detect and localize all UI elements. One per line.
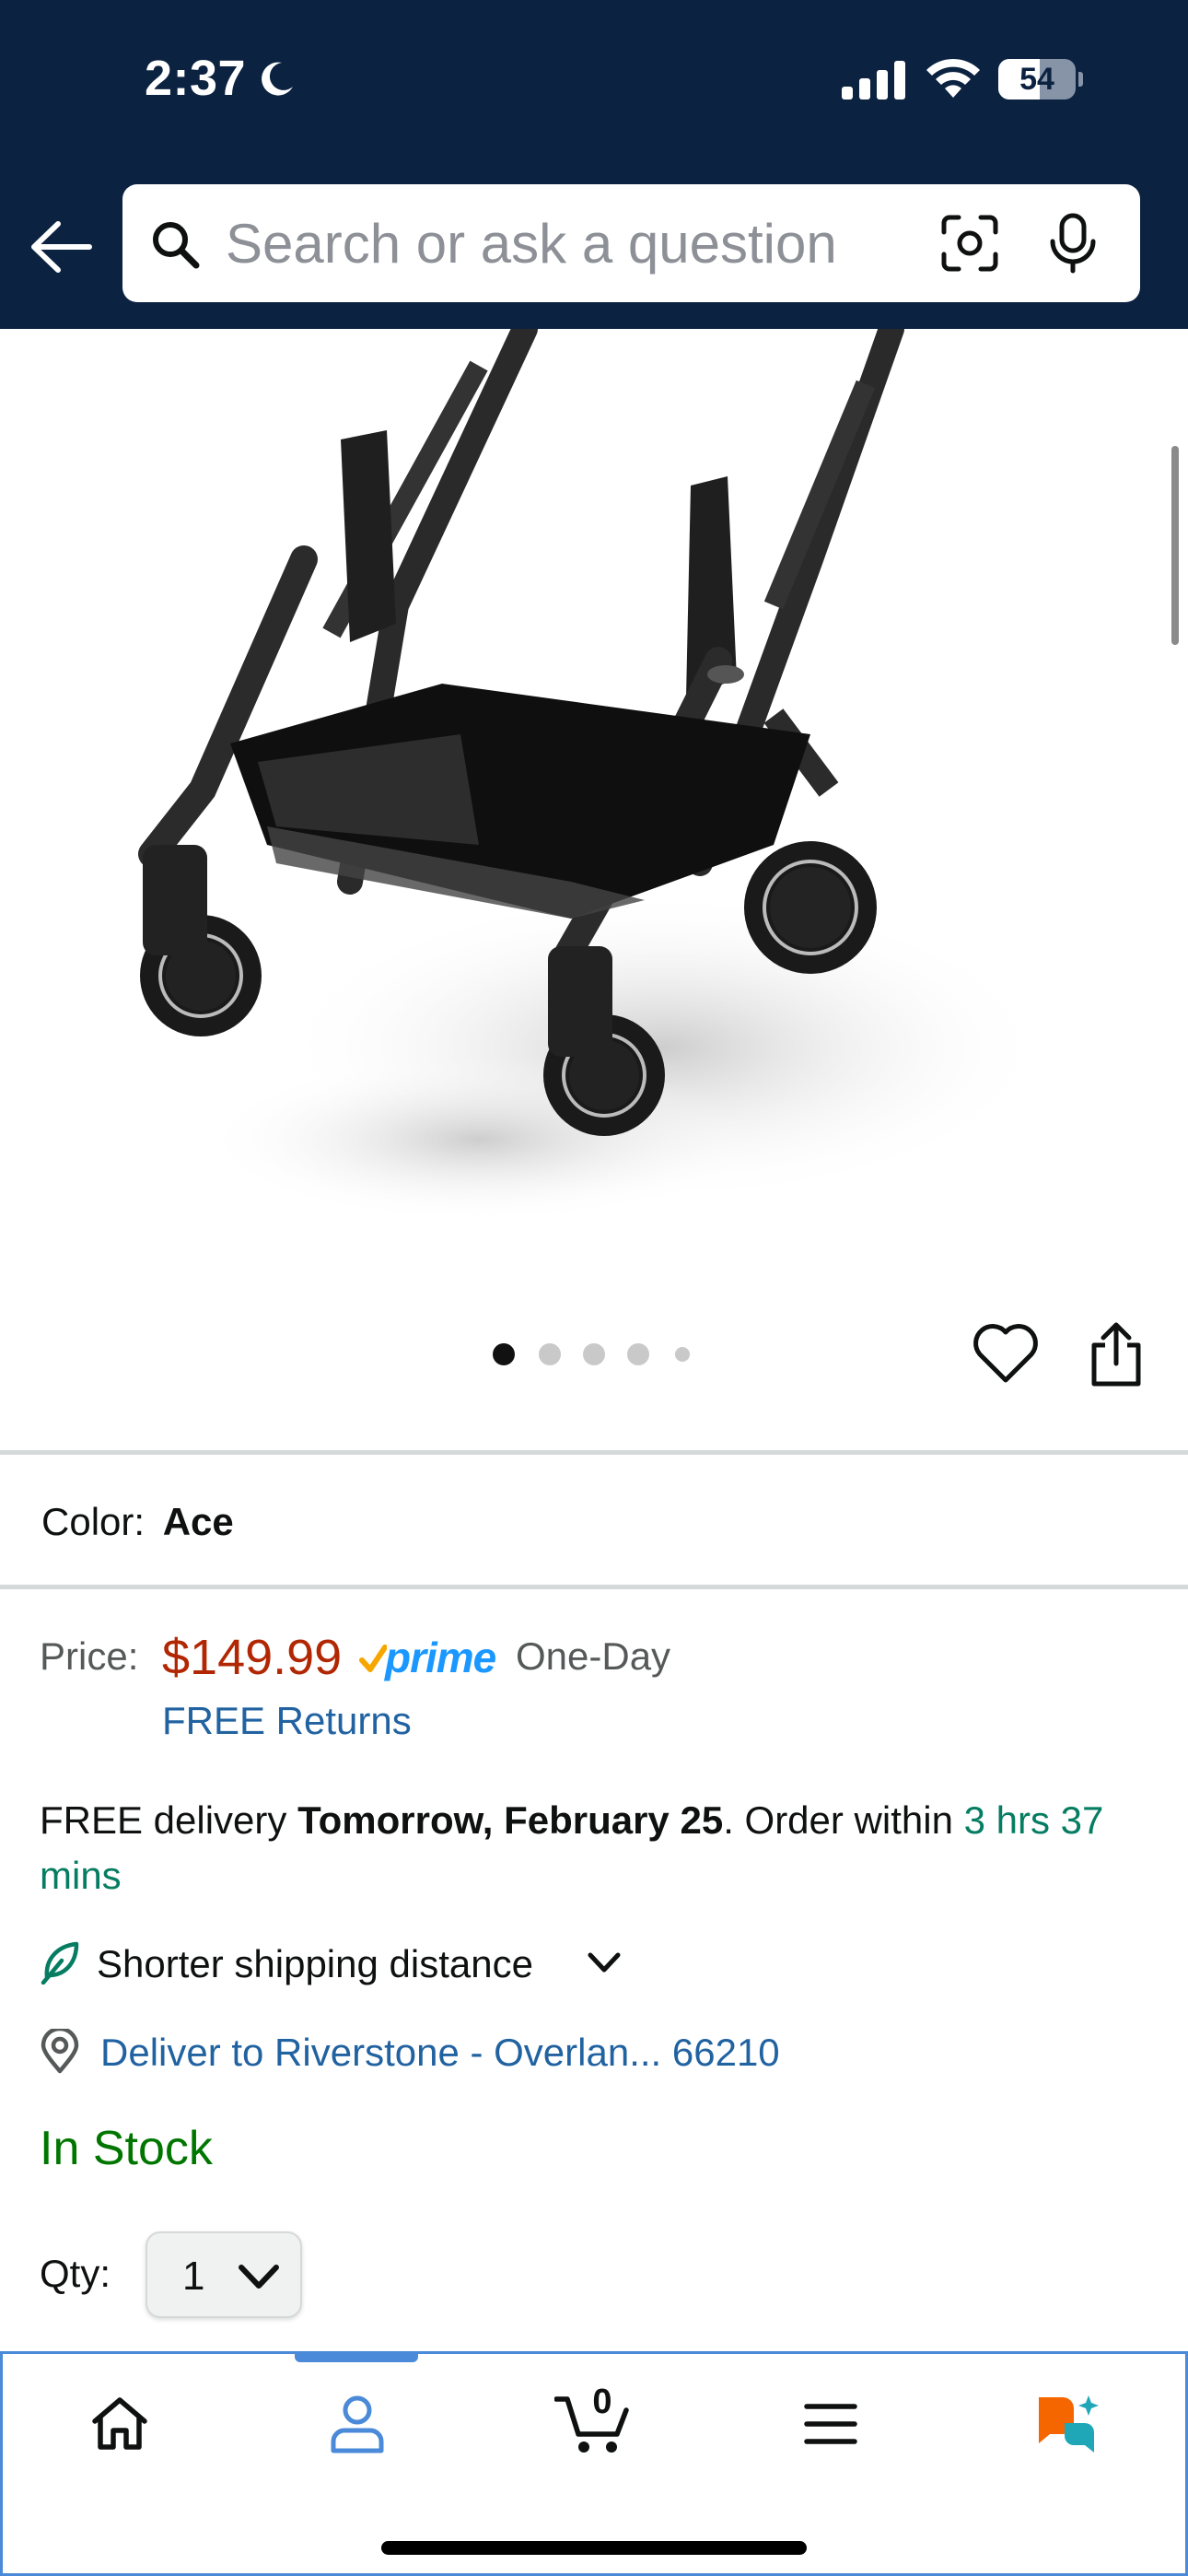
free-returns-link[interactable]: FREE Returns xyxy=(162,1699,412,1743)
prime-check-icon xyxy=(359,1645,387,1672)
price-amount: $149.99 xyxy=(162,1630,343,1685)
price-label: Price: xyxy=(40,1634,139,1678)
delivery-prefix: FREE delivery xyxy=(40,1798,298,1842)
nav-account[interactable] xyxy=(311,2383,403,2465)
location-pin-icon xyxy=(41,2029,79,2074)
delivery-middle: . Order within xyxy=(723,1798,964,1842)
chevron-down-icon xyxy=(588,1952,621,1973)
chevron-down-icon xyxy=(239,2265,279,2289)
home-indicator[interactable] xyxy=(381,2541,807,2555)
hamburger-menu-icon xyxy=(804,2404,857,2444)
nav-rufus-assistant[interactable] xyxy=(1020,2383,1112,2465)
scroll-indicator xyxy=(1171,446,1179,645)
product-image[interactable] xyxy=(0,329,1188,1269)
quantity-dropdown[interactable]: 1 xyxy=(146,2231,302,2318)
status-bar: 2:37 54 xyxy=(0,0,1188,161)
heart-icon[interactable] xyxy=(971,1321,1041,1386)
pagination-dot[interactable] xyxy=(493,1343,515,1365)
pagination-dot[interactable] xyxy=(583,1343,605,1365)
quantity-label: Qty: xyxy=(40,2252,111,2295)
delivery-message: FREE delivery Tomorrow, February 25. Ord… xyxy=(40,1793,1145,1903)
microphone-icon[interactable] xyxy=(1043,212,1102,275)
search-bar[interactable] xyxy=(122,184,1140,302)
app-header: 2:37 54 xyxy=(0,0,1188,329)
deliver-to-address: Deliver to Riverstone - Overlan... 66210 xyxy=(100,2031,780,2074)
quantity-value: 1 xyxy=(182,2254,205,2299)
nav-menu[interactable] xyxy=(785,2383,877,2465)
prime-label: prime xyxy=(385,1633,496,1681)
color-selector[interactable]: Color: Ace xyxy=(41,1500,234,1544)
pagination-dot[interactable] xyxy=(627,1343,649,1365)
search-input[interactable] xyxy=(226,206,926,280)
status-time: 2:37 xyxy=(145,51,247,106)
battery-percent: 54 xyxy=(1019,62,1054,97)
shorter-shipping-label: Shorter shipping distance xyxy=(97,1942,533,1985)
pagination-dot[interactable] xyxy=(675,1347,690,1362)
one-day-label: One-Day xyxy=(516,1634,671,1678)
prime-badge: prime xyxy=(359,1633,511,1682)
wifi-icon xyxy=(926,58,980,98)
nav-active-indicator xyxy=(295,2351,418,2362)
stroller-image xyxy=(138,329,1050,1223)
image-pagination-dots[interactable] xyxy=(493,1343,695,1365)
nav-home[interactable] xyxy=(74,2383,166,2465)
cellular-signal-icon xyxy=(842,61,905,100)
home-icon xyxy=(92,2397,147,2450)
pagination-dot[interactable] xyxy=(539,1343,561,1365)
stock-status: In Stock xyxy=(40,2122,213,2175)
color-value: Ace xyxy=(162,1500,234,1543)
search-icon xyxy=(153,222,200,269)
share-icon[interactable] xyxy=(1087,1319,1146,1388)
assistant-chat-icon xyxy=(1039,2395,1099,2453)
color-label: Color: xyxy=(41,1500,146,1543)
user-icon xyxy=(331,2395,384,2453)
back-button[interactable] xyxy=(26,214,96,280)
camera-lens-icon[interactable] xyxy=(940,214,999,273)
delivery-date: Tomorrow, February 25 xyxy=(297,1798,724,1842)
section-divider xyxy=(0,1585,1188,1589)
leaf-icon xyxy=(41,1941,79,1985)
cart-count: 0 xyxy=(592,2383,612,2421)
moon-icon xyxy=(262,62,293,96)
back-arrow-icon xyxy=(31,221,92,273)
battery-indicator: 54 xyxy=(998,59,1083,100)
section-divider xyxy=(0,1450,1188,1455)
